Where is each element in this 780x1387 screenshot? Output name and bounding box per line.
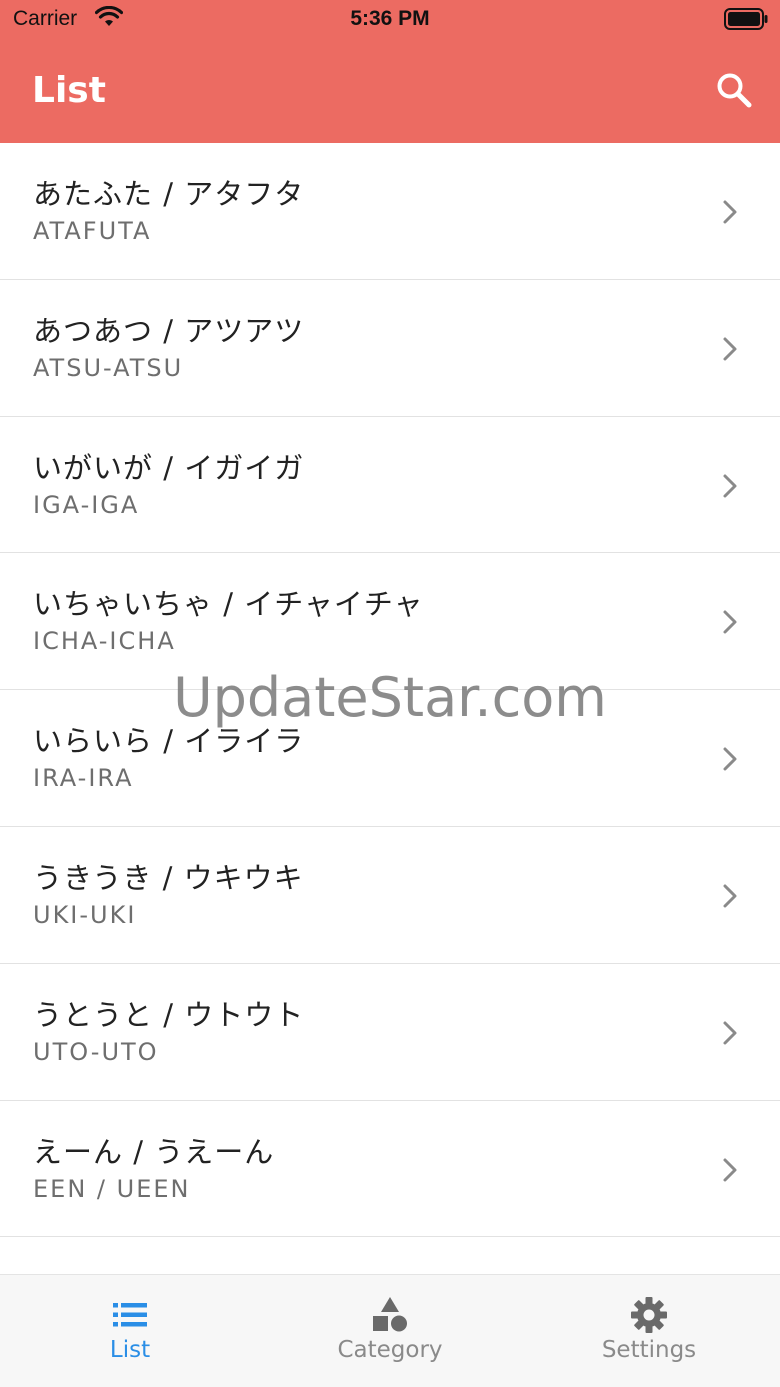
- item-title: うきうき / ウキウキ: [33, 860, 304, 895]
- item-title: あつあつ / アツアツ: [33, 313, 305, 348]
- page-title: List: [32, 70, 106, 111]
- item-title: えーん / うえーん: [33, 1134, 275, 1169]
- list-item[interactable]: あたふた / アタフタ ATAFUTA: [0, 143, 780, 280]
- item-title: いちゃいちゃ / イチャイチャ: [33, 587, 424, 622]
- item-title: いがいが / イガイガ: [33, 450, 305, 485]
- gear-icon: [631, 1297, 667, 1333]
- item-title: おどおど / オドオド: [33, 1265, 304, 1274]
- list-item[interactable]: うとうと / ウトウト UTO-UTO: [0, 963, 780, 1101]
- item-subtitle: ICHA-ICHA: [33, 627, 176, 656]
- chevron-right-icon: [723, 884, 737, 908]
- shapes-icon: [373, 1297, 407, 1332]
- tab-label: Settings: [601, 1337, 697, 1363]
- search-icon[interactable]: [714, 70, 754, 110]
- item-subtitle: UKI-UKI: [33, 900, 137, 929]
- tab-settings[interactable]: Settings: [549, 1275, 749, 1387]
- item-subtitle: IRA-IRA: [33, 764, 134, 793]
- tab-list[interactable]: List: [30, 1275, 230, 1387]
- chevron-right-icon: [723, 200, 737, 224]
- chevron-right-icon: [723, 610, 737, 634]
- battery-icon: [724, 8, 768, 30]
- list-item[interactable]: おどおど / オドオド: [0, 1237, 780, 1274]
- item-title: うとうと / ウトウト: [33, 997, 305, 1032]
- list-icon: [113, 1303, 147, 1327]
- chevron-right-icon: [723, 1158, 737, 1182]
- tab-label: Category: [337, 1337, 443, 1363]
- item-subtitle: IGA-IGA: [33, 490, 140, 519]
- item-subtitle: EEN / UEEN: [33, 1174, 191, 1203]
- list-item[interactable]: いちゃいちゃ / イチャイチャ ICHA-ICHA: [0, 553, 780, 691]
- item-title: あたふた / アタフタ: [33, 177, 305, 211]
- tab-bar: List Category Settings: [0, 1274, 780, 1387]
- tab-label: List: [109, 1337, 151, 1363]
- chevron-right-icon: [723, 337, 737, 361]
- chevron-right-icon: [723, 474, 737, 498]
- status-bar: Carrier 5:36 PM: [0, 0, 780, 40]
- status-time: 5:36 PM: [350, 7, 430, 30]
- navigation-bar: List: [0, 40, 780, 143]
- tab-category[interactable]: Category: [290, 1275, 490, 1387]
- item-title: いらいら / イライラ: [33, 724, 305, 759]
- item-subtitle: ATSU-ATSU: [33, 353, 184, 382]
- list-item[interactable]: あつあつ / アツアツ ATSU-ATSU: [0, 279, 780, 417]
- list-item[interactable]: いがいが / イガイガ IGA-IGA: [0, 416, 780, 554]
- list-item[interactable]: いらいら / イライラ IRA-IRA: [0, 690, 780, 827]
- item-subtitle: UTO-UTO: [33, 1037, 159, 1066]
- word-list: あたふた / アタフタ ATAFUTA あつあつ / アツアツ ATSU-ATS…: [0, 143, 780, 1274]
- list-item[interactable]: うきうき / ウキウキ UKI-UKI: [0, 826, 780, 964]
- item-subtitle: ATAFUTA: [33, 217, 152, 245]
- chevron-right-icon: [723, 747, 737, 771]
- chevron-right-icon: [723, 1021, 737, 1045]
- list-item[interactable]: えーん / うえーん EEN / UEEN: [0, 1100, 780, 1238]
